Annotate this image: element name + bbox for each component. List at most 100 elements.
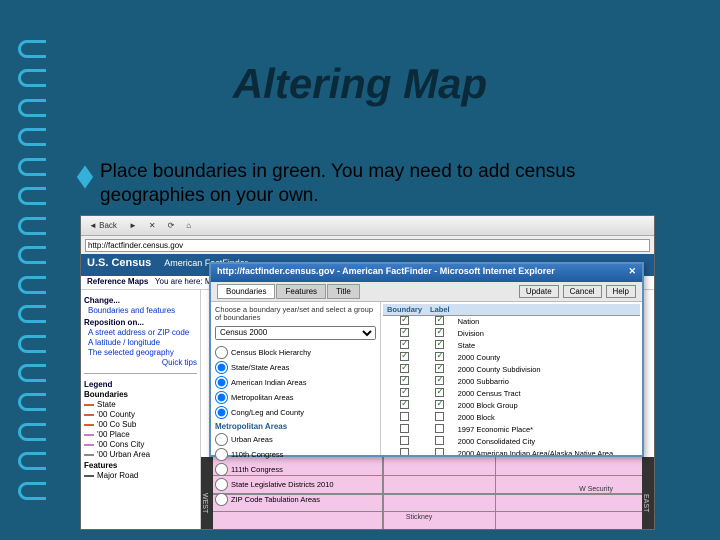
grid-row: 2000 Block Group bbox=[383, 400, 640, 412]
boundary-checkbox[interactable] bbox=[400, 448, 409, 455]
row-name: 2000 Subbarrio bbox=[454, 376, 640, 388]
grid-row: State bbox=[383, 340, 640, 352]
boundary-option[interactable]: State/State Areas bbox=[215, 361, 376, 374]
row-name: 2000 American Indian Area/Alaska Native … bbox=[454, 448, 640, 456]
update-button[interactable]: Update bbox=[519, 285, 559, 298]
back-button[interactable]: ◄ Back bbox=[85, 220, 121, 231]
boundary-checkbox[interactable] bbox=[400, 424, 409, 433]
boundary-checkbox[interactable] bbox=[400, 436, 409, 445]
spiral-binding bbox=[18, 40, 48, 500]
boundary-suboption[interactable]: 110th Congress bbox=[215, 448, 376, 461]
boundary-option[interactable]: American Indian Areas bbox=[215, 376, 376, 389]
tab-features[interactable]: Features bbox=[276, 284, 326, 299]
legend-item: State bbox=[84, 400, 197, 409]
label-checkbox[interactable] bbox=[435, 376, 444, 385]
sidebar-link[interactable]: The selected geography bbox=[88, 348, 197, 357]
label-checkbox[interactable] bbox=[435, 352, 444, 361]
row-name: Division bbox=[454, 328, 640, 340]
row-name: 1997 Economic Place* bbox=[454, 424, 640, 436]
left-sidebar: Change... Boundaries and features Reposi… bbox=[81, 290, 201, 529]
dialog-title: http://factfinder.census.gov - American … bbox=[217, 266, 555, 280]
grid-row: 2000 County bbox=[383, 352, 640, 364]
hierarchy-radio[interactable] bbox=[215, 346, 228, 359]
label-checkbox[interactable] bbox=[435, 328, 444, 337]
boundary-checkbox[interactable] bbox=[400, 352, 409, 361]
legend-item: '00 Co Sub bbox=[84, 420, 197, 429]
label-checkbox[interactable] bbox=[435, 436, 444, 445]
label-checkbox[interactable] bbox=[435, 412, 444, 421]
row-name: 2000 Census Tract bbox=[454, 388, 640, 400]
label-checkbox[interactable] bbox=[435, 448, 444, 455]
tab-boundaries[interactable]: Boundaries bbox=[217, 284, 275, 299]
label-checkbox[interactable] bbox=[435, 388, 444, 397]
cancel-button[interactable]: Cancel bbox=[563, 285, 602, 298]
grid-row: 2000 County Subdivision bbox=[383, 364, 640, 376]
close-icon[interactable]: ✕ bbox=[628, 266, 636, 280]
boundary-option[interactable]: Cong/Leg and County bbox=[215, 406, 376, 419]
legend-item: '00 Cons City bbox=[84, 440, 197, 449]
boundary-suboption[interactable]: Urban Areas bbox=[215, 433, 376, 446]
year-select[interactable]: Census 2000 bbox=[215, 326, 376, 340]
tab-title[interactable]: Title bbox=[327, 284, 360, 299]
help-button[interactable]: Help bbox=[606, 285, 636, 298]
sidebar-link[interactable]: Boundaries and features bbox=[88, 306, 197, 315]
boundary-checkbox[interactable] bbox=[400, 412, 409, 421]
legend-item: '00 County bbox=[84, 410, 197, 419]
col-name bbox=[454, 304, 640, 316]
grid-row: 2000 Consolidated City bbox=[383, 436, 640, 448]
boundaries-dialog: http://factfinder.census.gov - American … bbox=[209, 262, 644, 457]
home-icon[interactable]: ⌂ bbox=[182, 220, 195, 231]
label-checkbox[interactable] bbox=[435, 400, 444, 409]
label-checkbox[interactable] bbox=[435, 364, 444, 373]
row-name: 2000 Block bbox=[454, 412, 640, 424]
row-name: Nation bbox=[454, 316, 640, 328]
legend: Legend Boundaries State'00 County'00 Co … bbox=[84, 373, 197, 480]
boundary-checkbox[interactable] bbox=[400, 340, 409, 349]
grid-row: Nation bbox=[383, 316, 640, 328]
grid-row: 2000 American Indian Area/Alaska Native … bbox=[383, 448, 640, 456]
sidebar-link[interactable]: A latitude / longitude bbox=[88, 338, 197, 347]
label-checkbox[interactable] bbox=[435, 316, 444, 325]
boundary-grid: Boundary Label Nation Division State 200… bbox=[383, 304, 640, 455]
slide-subtitle: Place boundaries in green. You may need … bbox=[100, 160, 660, 208]
row-name: State bbox=[454, 340, 640, 352]
refresh-icon[interactable]: ⟳ bbox=[164, 220, 179, 231]
address-bar bbox=[81, 236, 654, 254]
boundary-suboption[interactable]: State Legislative Districts 2010 bbox=[215, 478, 376, 491]
boundary-suboption[interactable]: ZIP Code Tabulation Areas bbox=[215, 493, 376, 506]
row-name: 2000 County bbox=[454, 352, 640, 364]
west-bar[interactable]: WEST bbox=[201, 457, 213, 529]
label-checkbox[interactable] bbox=[435, 424, 444, 433]
boundary-checkbox[interactable] bbox=[400, 316, 409, 325]
sidebar-link[interactable]: A street address or ZIP code bbox=[88, 328, 197, 337]
reposition-section: Reposition on... bbox=[84, 318, 197, 327]
forward-button[interactable]: ► bbox=[125, 220, 141, 231]
east-bar[interactable]: EAST bbox=[642, 457, 654, 529]
label-checkbox[interactable] bbox=[435, 340, 444, 349]
row-name: 2000 Consolidated City bbox=[454, 436, 640, 448]
grid-row: 2000 Subbarrio bbox=[383, 376, 640, 388]
bullet-icon bbox=[77, 165, 93, 188]
slide-title: Altering Map bbox=[233, 60, 487, 108]
address-input[interactable] bbox=[85, 239, 650, 252]
tips-link[interactable]: Quick tips bbox=[88, 358, 197, 367]
boundary-suboption[interactable]: 111th Congress bbox=[215, 463, 376, 476]
change-section: Change... bbox=[84, 296, 197, 305]
map-label: Stickney bbox=[405, 514, 433, 521]
legend-item: '00 Urban Area bbox=[84, 450, 197, 459]
browser-window: ◄ Back ► ✕ ⟳ ⌂ U.S. Census American Fact… bbox=[80, 215, 655, 530]
boundary-checkbox[interactable] bbox=[400, 364, 409, 373]
boundary-checkbox[interactable] bbox=[400, 328, 409, 337]
boundary-option[interactable]: Metropolitan Areas bbox=[215, 391, 376, 404]
boundary-checkbox[interactable] bbox=[400, 388, 409, 397]
grid-row: 2000 Block bbox=[383, 412, 640, 424]
grid-row: 1997 Economic Place* bbox=[383, 424, 640, 436]
boundary-checkbox[interactable] bbox=[400, 376, 409, 385]
stop-icon[interactable]: ✕ bbox=[145, 220, 160, 231]
dialog-tabs: Boundaries Features Title bbox=[217, 284, 360, 299]
sub-heading: Metropolitan Areas bbox=[215, 422, 376, 431]
dialog-hint: Choose a boundary year/set and select a … bbox=[215, 306, 376, 323]
map-label: W Security bbox=[578, 486, 614, 493]
browser-toolbar: ◄ Back ► ✕ ⟳ ⌂ bbox=[81, 216, 654, 236]
boundary-checkbox[interactable] bbox=[400, 400, 409, 409]
